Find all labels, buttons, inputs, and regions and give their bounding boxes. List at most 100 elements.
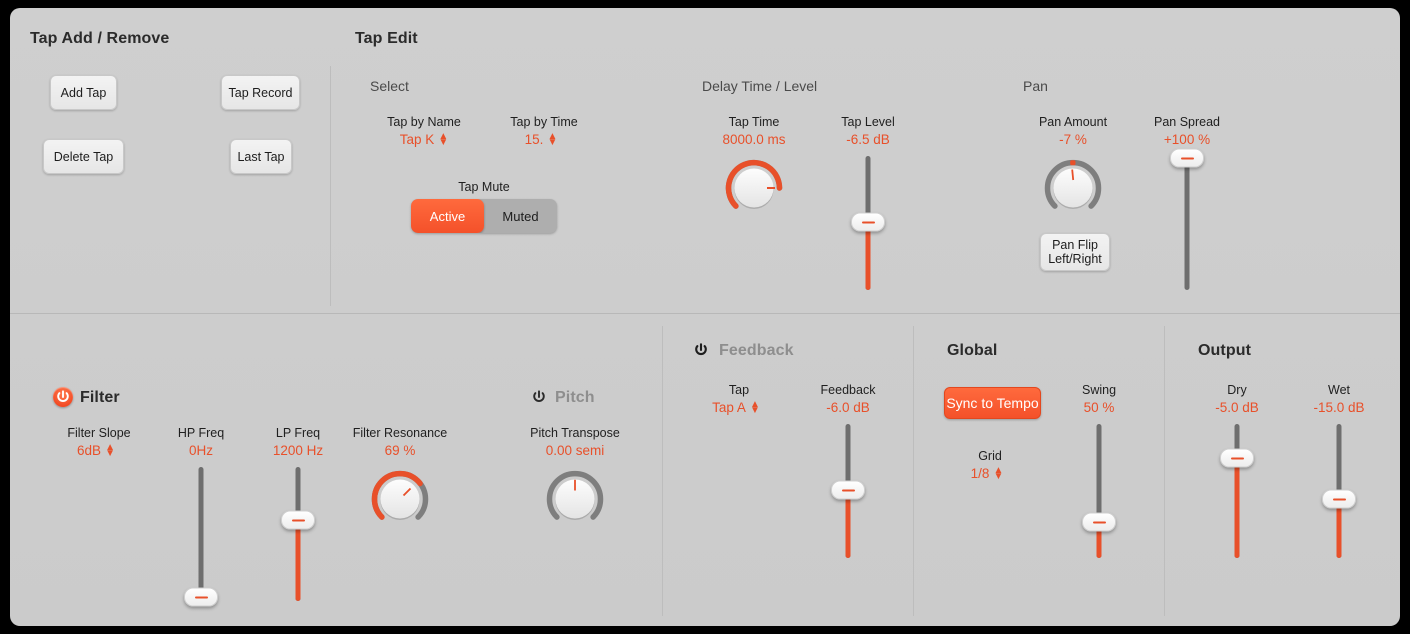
feedback-tap-text: Tap A (712, 400, 746, 415)
stepper-arrows-icon[interactable]: ▲▼ (750, 402, 760, 414)
stepper-arrows-icon[interactable]: ▲▼ (105, 445, 115, 457)
filter-slope-text: 6dB (77, 443, 101, 458)
pitch-power-icon[interactable] (529, 387, 549, 407)
slider-thumb[interactable] (1322, 490, 1356, 509)
wet-slider[interactable] (1324, 424, 1354, 558)
lp-freq-slider[interactable] (283, 467, 313, 601)
pan-spread-slider[interactable] (1172, 156, 1202, 290)
filter-power-icon[interactable] (53, 387, 73, 407)
pan-flip-left-right-button[interactable]: Pan Flip Left/Right (1040, 233, 1110, 271)
slider-thumb[interactable] (281, 511, 315, 530)
tap-add-remove-title: Tap Add / Remove (30, 30, 169, 48)
slider-thumb[interactable] (184, 588, 218, 607)
feedback-level-slider[interactable] (833, 424, 863, 558)
dry-slider[interactable] (1222, 424, 1252, 558)
tap-record-button[interactable]: Tap Record (221, 75, 300, 110)
tap-mute-option-active[interactable]: Active (411, 199, 484, 233)
divider-horizontal-main (10, 313, 1400, 314)
tap-mute-label: Tap Mute (458, 180, 509, 194)
swing-label: Swing (1082, 383, 1116, 397)
tap-mute-option-muted[interactable]: Muted (484, 199, 557, 233)
pitch-transpose-value: 0.00 semi (546, 443, 605, 458)
pitch-title: Pitch (555, 389, 595, 407)
tap-by-name-value[interactable]: Tap K▲▼ (400, 132, 448, 147)
tap-by-name-text: Tap K (400, 132, 435, 147)
feedback-tap-value[interactable]: Tap A ▲▼ (712, 400, 760, 415)
pitch-transpose-label: Pitch Transpose (530, 426, 620, 440)
slider-thumb[interactable] (1082, 513, 1116, 532)
dry-value: -5.0 dB (1215, 400, 1259, 415)
wet-value: -15.0 dB (1313, 400, 1364, 415)
stepper-arrows-icon[interactable]: ▲▼ (547, 134, 557, 146)
plugin-window: Tap Add / Remove Add Tap Tap Record Dele… (10, 8, 1400, 626)
last-tap-button[interactable]: Last Tap (230, 139, 292, 174)
pan-subgroup-title: Pan (1023, 78, 1048, 94)
pan-flip-line-1: Pan Flip (1052, 238, 1098, 252)
slider-fill (1235, 458, 1240, 558)
divider-feedback-left (662, 326, 663, 616)
divider-tap-add-remove (330, 66, 331, 306)
grid-label: Grid (978, 449, 1002, 463)
filter-resonance-knob[interactable] (369, 468, 431, 530)
hp-freq-value: 0Hz (189, 443, 213, 458)
stepper-arrows-icon[interactable]: ▲▼ (438, 134, 448, 146)
tap-level-value: -6.5 dB (846, 132, 890, 147)
tap-by-time-label: Tap by Time (510, 115, 577, 129)
slider-thumb[interactable] (1220, 449, 1254, 468)
slider-thumb[interactable] (851, 213, 885, 232)
swing-value: 50 % (1084, 400, 1115, 415)
delete-tap-button[interactable]: Delete Tap (43, 139, 124, 174)
pan-amount-value: -7 % (1059, 132, 1087, 147)
add-tap-button[interactable]: Add Tap (50, 75, 117, 110)
tap-time-knob[interactable] (723, 157, 785, 219)
hp-freq-label: HP Freq (178, 426, 224, 440)
lp-freq-value: 1200 Hz (273, 443, 323, 458)
tap-edit-title: Tap Edit (355, 30, 418, 48)
global-title: Global (947, 342, 997, 360)
lp-freq-label: LP Freq (276, 426, 320, 440)
filter-title: Filter (80, 389, 120, 407)
hp-freq-slider[interactable] (186, 467, 216, 601)
tap-by-time-value[interactable]: 15.▲▼ (525, 132, 558, 147)
filter-slope-value[interactable]: 6dB ▲▼ (77, 443, 115, 458)
slider-track (199, 467, 204, 601)
tap-time-value: 8000.0 ms (722, 132, 785, 147)
feedback-level-label: Feedback (821, 383, 876, 397)
divider-global-left (913, 326, 914, 616)
tap-time-label: Tap Time (729, 115, 780, 129)
pan-amount-knob[interactable] (1042, 157, 1104, 219)
feedback-tap-label: Tap (729, 383, 749, 397)
grid-text: 1/8 (971, 466, 990, 481)
pan-amount-label: Pan Amount (1039, 115, 1107, 129)
pan-flip-line-2: Left/Right (1048, 252, 1102, 266)
dry-label: Dry (1227, 383, 1246, 397)
select-subgroup-title: Select (370, 78, 409, 94)
slider-fill (866, 222, 871, 290)
swing-slider[interactable] (1084, 424, 1114, 558)
divider-output-left (1164, 326, 1165, 616)
slider-fill (296, 520, 301, 601)
tap-level-label: Tap Level (841, 115, 895, 129)
pan-spread-label: Pan Spread (1154, 115, 1220, 129)
filter-resonance-label: Filter Resonance (353, 426, 448, 440)
output-title: Output (1198, 342, 1251, 360)
feedback-power-icon[interactable] (691, 340, 711, 360)
slider-fill (846, 490, 851, 558)
delay-time-level-subgroup-title: Delay Time / Level (702, 78, 817, 94)
tap-mute-segmented-control[interactable]: Active Muted (411, 199, 557, 233)
feedback-level-value: -6.0 dB (826, 400, 870, 415)
pitch-transpose-knob[interactable] (544, 468, 606, 530)
filter-resonance-value: 69 % (385, 443, 416, 458)
tap-by-time-text: 15. (525, 132, 544, 147)
pan-spread-value: +100 % (1164, 132, 1210, 147)
tap-level-slider[interactable] (853, 156, 883, 290)
sync-to-tempo-button[interactable]: Sync to Tempo (944, 387, 1041, 419)
feedback-title: Feedback (719, 342, 794, 360)
grid-value[interactable]: 1/8▲▼ (971, 466, 1004, 481)
slider-thumb[interactable] (1170, 149, 1204, 168)
tap-by-name-label: Tap by Name (387, 115, 461, 129)
slider-thumb[interactable] (831, 481, 865, 500)
stepper-arrows-icon[interactable]: ▲▼ (993, 468, 1003, 480)
wet-label: Wet (1328, 383, 1350, 397)
filter-slope-label: Filter Slope (67, 426, 130, 440)
